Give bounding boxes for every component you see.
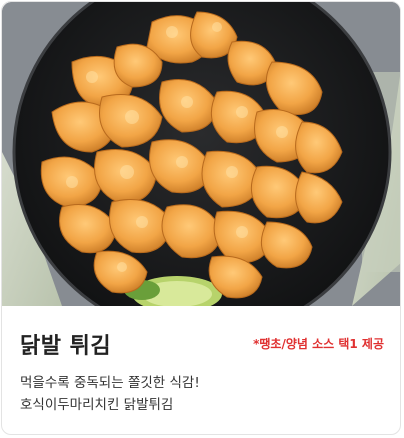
fried-chicken-feet-photo [2,2,400,306]
sauce-option-badge: *땡초/양념 소스 택1 제공 [253,337,384,351]
description-line: 먹을수록 중독되는 쫄깃한 식감! [20,375,200,391]
product-title[interactable]: 닭발 튀김 [20,328,111,360]
product-card[interactable]: 닭발 튀김 *땡초/양념 소스 택1 제공 먹을수록 중독되는 쫄깃한 식감! … [1,1,401,435]
product-description: 먹을수록 중독되는 쫄깃한 식감! 호식이두마리치킨 닭발튀김 [20,372,200,416]
description-line: 호식이두마리치킨 닭발튀김 [20,397,174,413]
product-info: 닭발 튀김 *땡초/양념 소스 택1 제공 먹을수록 중독되는 쫄깃한 식감! … [2,306,400,434]
product-image[interactable] [2,2,400,306]
